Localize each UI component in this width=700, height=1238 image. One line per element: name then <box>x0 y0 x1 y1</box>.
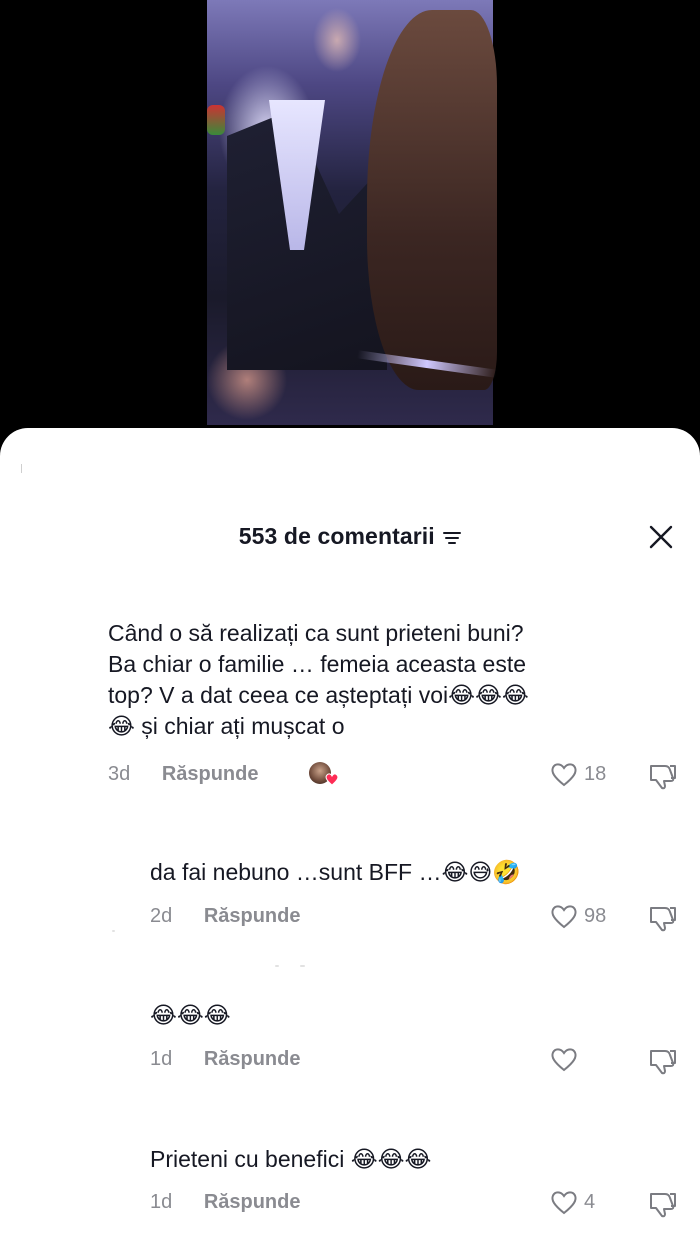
comment-date: 3d <box>108 763 131 785</box>
like-button[interactable] <box>550 1046 584 1072</box>
like-count: 98 <box>584 904 607 927</box>
comment-text-line: Ba chiar o familie … femeia aceasta este <box>108 651 527 677</box>
video-frame[interactable] <box>207 0 497 425</box>
like-button[interactable]: 98 <box>550 903 606 929</box>
creator-heart-icon <box>325 773 339 786</box>
thumbs-down-icon[interactable] <box>648 904 678 932</box>
reply-comment-item: 😂😂😂 <box>150 1000 231 1031</box>
reply-button[interactable]: Răspunde <box>204 1048 301 1070</box>
comment-date: 1d <box>150 1048 173 1070</box>
comment-meta: 1d Răspunde <box>150 1048 301 1071</box>
reply-button[interactable]: Răspunde <box>204 1191 301 1213</box>
video-rose <box>207 105 225 135</box>
like-count: 18 <box>584 762 607 785</box>
like-count: 4 <box>584 1190 596 1213</box>
comment-text: Prieteni cu benefici 😂😂😂 <box>150 1146 432 1172</box>
filter-icon[interactable] <box>443 531 462 545</box>
comment-meta: 3d Răspunde <box>108 763 259 786</box>
video-subject-hair <box>367 10 497 390</box>
comment-text-line: 😂 și chiar ați mușcat o <box>108 713 345 739</box>
comment-date: 2d <box>150 905 173 927</box>
comment-text-line: Când o să realizați ca sunt prieteni bun… <box>108 620 524 646</box>
close-icon[interactable] <box>648 524 674 550</box>
sheet-edge-mark <box>21 464 22 473</box>
heart-outline-icon[interactable] <box>550 903 578 929</box>
thumbs-down-icon[interactable] <box>648 1047 678 1075</box>
comment-item: Când o să realizați ca sunt prieteni bun… <box>108 618 529 742</box>
heart-outline-icon[interactable] <box>550 1046 578 1072</box>
comment-meta: 1d Răspunde <box>150 1191 301 1214</box>
reply-button[interactable]: Răspunde <box>204 905 301 927</box>
comments-sheet: 553 de comentarii Când o să realizați ca… <box>0 428 700 1238</box>
divider-mark <box>300 965 305 967</box>
comments-header: 553 de comentarii <box>0 523 700 553</box>
heart-outline-icon[interactable] <box>550 761 578 787</box>
thumbs-down-icon[interactable] <box>648 1190 678 1218</box>
video-area[interactable] <box>0 0 700 440</box>
comment-text: da fai nebuno …sunt BFF …😂😅🤣 <box>150 859 521 885</box>
comment-meta: 2d Răspunde <box>150 905 301 928</box>
comment-text: 😂😂😂 <box>150 1002 231 1028</box>
divider-mark <box>112 930 115 932</box>
comment-text-line: top? V a dat ceea ce așteptați voi😂😂😂 <box>108 682 529 708</box>
reply-comment-item: Prieteni cu benefici 😂😂😂 <box>150 1144 431 1175</box>
like-button[interactable]: 18 <box>550 761 606 787</box>
divider-mark <box>275 965 279 967</box>
comment-count-title: 553 de comentarii <box>238 523 435 549</box>
heart-outline-icon[interactable] <box>550 1189 578 1215</box>
comment-date: 1d <box>150 1191 173 1213</box>
thumbs-down-icon[interactable] <box>648 762 678 790</box>
reply-button[interactable]: Răspunde <box>162 763 259 785</box>
like-button[interactable]: 4 <box>550 1189 595 1215</box>
reply-comment-item: da fai nebuno …sunt BFF …😂😅🤣 <box>150 857 521 888</box>
